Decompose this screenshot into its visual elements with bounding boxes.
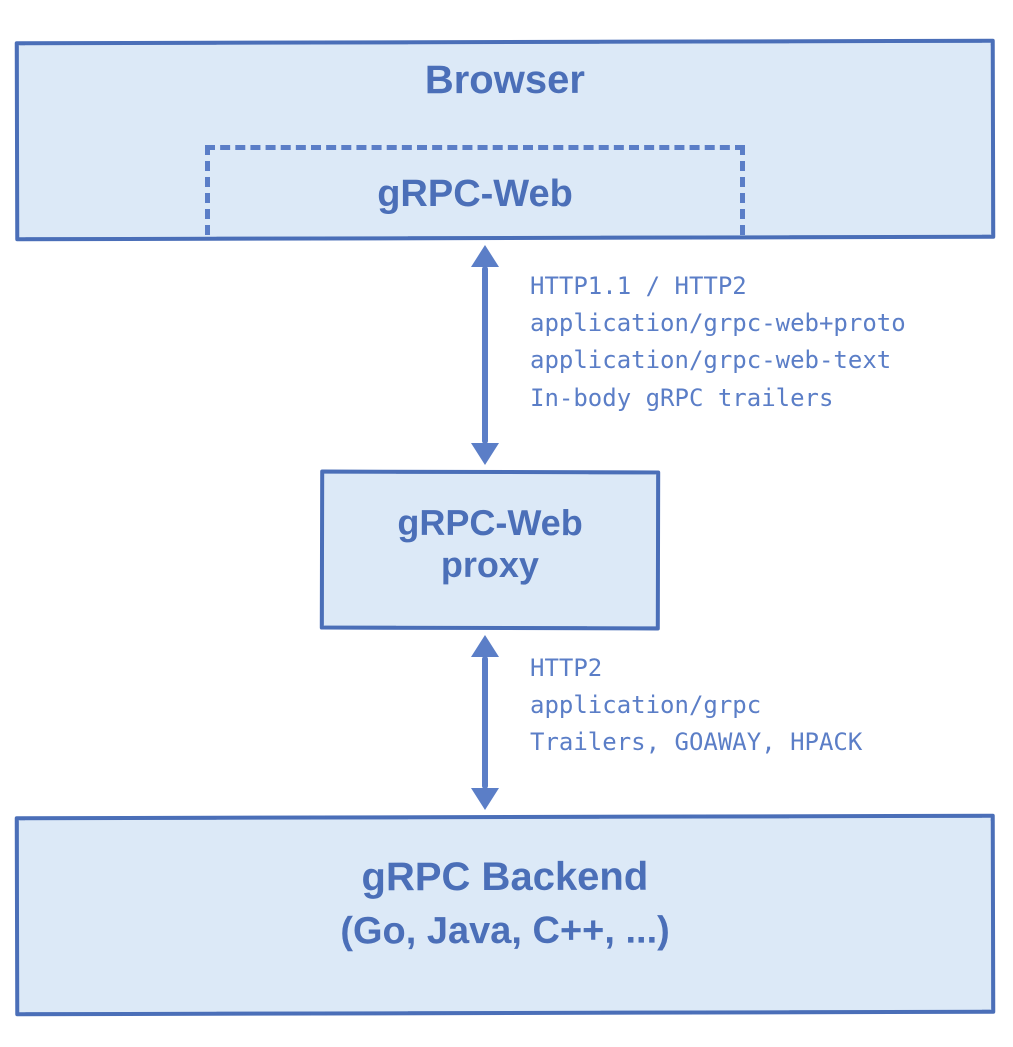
annotation-proxy-backend: HTTP2 application/grpc Trailers, GOAWAY,…: [530, 650, 862, 762]
backend-title-line1: gRPC Backend: [19, 854, 991, 902]
proxy-title-line1: gRPC-Web: [324, 502, 656, 545]
annotation-line: In-body gRPC trailers: [530, 380, 906, 417]
annotation-line: HTTP1.1 / HTTP2: [530, 268, 906, 305]
arrow-browser-proxy: [460, 245, 510, 465]
browser-title: Browser: [19, 57, 991, 105]
proxy-box: gRPC-Web proxy: [320, 470, 660, 631]
annotation-line: Trailers, GOAWAY, HPACK: [530, 724, 862, 761]
grpc-web-inner-box: gRPC-Web: [205, 145, 745, 235]
annotation-line: application/grpc: [530, 687, 862, 724]
annotation-line: application/grpc-web+proto: [530, 305, 906, 342]
backend-box: gRPC Backend (Go, Java, C++, ...): [15, 814, 996, 1017]
annotation-line: application/grpc-web-text: [530, 342, 906, 379]
arrow-down-icon: [471, 788, 499, 810]
arrow-up-icon: [471, 635, 499, 657]
arrow-shaft: [482, 266, 488, 444]
annotation-browser-proxy: HTTP1.1 / HTTP2 application/grpc-web+pro…: [530, 268, 906, 417]
backend-title-line2: (Go, Java, C++, ...): [19, 909, 991, 955]
arrow-up-icon: [471, 245, 499, 267]
arrow-shaft: [482, 656, 488, 789]
annotation-line: HTTP2: [530, 650, 862, 687]
arrow-down-icon: [471, 443, 499, 465]
proxy-title-line2: proxy: [324, 544, 656, 587]
arrow-proxy-backend: [460, 635, 510, 810]
grpc-web-inner-label: gRPC-Web: [377, 173, 573, 215]
